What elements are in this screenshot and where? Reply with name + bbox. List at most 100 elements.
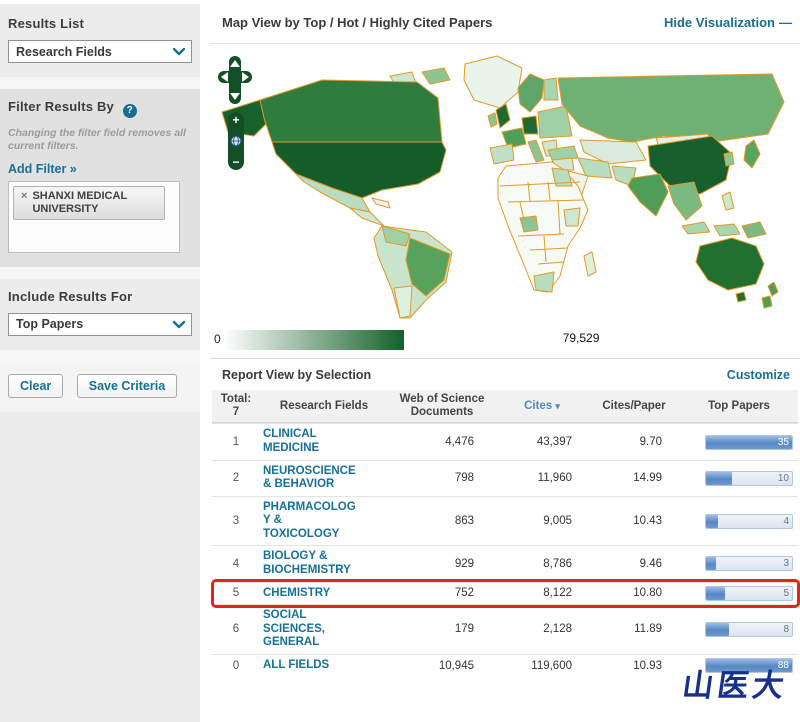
top-papers-bar-value: 3	[783, 558, 789, 570]
filter-tag-label: SHANXI MEDICAL UNIVERSITY	[32, 189, 127, 215]
pan-up-icon[interactable]	[230, 60, 240, 67]
table-header-row: Total: 7 Research Fields Web of Science …	[212, 390, 798, 424]
pan-down-icon[interactable]	[230, 93, 240, 100]
top-papers-bar-value: 5	[783, 587, 789, 599]
top-papers-bar-fill	[706, 471, 732, 485]
save-criteria-button[interactable]: Save Criteria	[76, 373, 178, 398]
row-field-cell: PHARMACOLOG Y & TOXICOLOGY	[260, 497, 388, 546]
report-view-title: Report View by Selection	[222, 368, 372, 382]
top-papers-bar[interactable]: 4	[705, 513, 793, 529]
hide-visualization-label: Hide Visualization	[663, 15, 775, 30]
row-top-papers-cell: 4	[680, 513, 798, 529]
filter-tag-list: × SHANXI MEDICAL UNIVERSITY	[8, 180, 180, 253]
legend-max-value: 79,529	[562, 331, 600, 345]
table-row: 3 PHARMACOLOG Y & TOXICOLOGY 863 9,005 1…	[212, 495, 798, 546]
map-header: Map View by Top / Hot / Highly Cited Pap…	[210, 0, 800, 44]
help-icon[interactable]: ?	[122, 103, 137, 118]
chevron-down-icon	[172, 47, 186, 56]
row-field-link[interactable]: PHARMACOLOG Y & TOXICOLOGY	[263, 497, 356, 546]
filter-results-section: Filter Results By ? Changing the filter …	[0, 89, 200, 267]
top-papers-bar[interactable]: 5	[705, 585, 793, 601]
row-field-link[interactable]: ALL FIELDS	[263, 655, 329, 677]
total-label: Total:	[220, 393, 252, 405]
column-header-top-papers[interactable]: Top Papers	[680, 397, 798, 416]
add-filter-link[interactable]: Add Filter »	[8, 162, 77, 176]
map-pan-control[interactable]	[218, 56, 252, 104]
results-list-section: Results List Research Fields	[0, 4, 200, 77]
total-value: 7	[232, 406, 240, 419]
row-field-link[interactable]: CHEMISTRY	[263, 583, 330, 605]
results-list-dropdown[interactable]: Research Fields	[8, 40, 192, 63]
esi-application: Results List Research Fields Filter Resu…	[0, 0, 800, 722]
world-map-area: + −	[210, 46, 800, 328]
remove-filter-icon[interactable]: ×	[21, 190, 27, 203]
map-view-title: Map View by Top / Hot / Highly Cited Pap…	[222, 15, 493, 30]
row-rank: 4	[232, 557, 240, 570]
include-results-section: Include Results For Top Papers	[0, 278, 200, 350]
row-top-papers-cell: 35	[680, 434, 798, 450]
table-body: 1 CLINICAL MEDICINE 4,476 43,397 9.70 35…	[211, 423, 800, 677]
results-table: Total: 7 Research Fields Web of Science …	[211, 390, 800, 677]
watermark: 山医大	[679, 668, 791, 704]
table-row: 1 CLINICAL MEDICINE 4,476 43,397 9.70 35	[212, 423, 798, 459]
row-rank: 2	[232, 472, 240, 485]
cites-header-label: Cites	[524, 399, 553, 412]
sidebar-divider	[0, 266, 200, 279]
row-top-papers-cell: 8	[680, 621, 798, 637]
row-rank: 0	[232, 659, 240, 672]
row-cites-per-paper: 9.70	[639, 436, 662, 448]
map-zoom-control[interactable]: + −	[228, 112, 244, 170]
row-rank: 3	[232, 515, 240, 528]
row-field-cell: ALL FIELDS	[260, 655, 388, 677]
include-results-dropdown-value: Top Papers	[16, 317, 84, 332]
results-list-heading: Results List	[8, 16, 85, 31]
row-field-cell: CLINICAL MEDICINE	[260, 424, 388, 459]
sort-descending-icon: ▾	[555, 400, 560, 411]
zoom-in-button[interactable]: +	[232, 114, 239, 126]
include-results-dropdown[interactable]: Top Papers	[8, 312, 192, 336]
top-papers-bar-value: 35	[777, 436, 789, 448]
top-papers-bar[interactable]: 35	[705, 434, 793, 450]
row-cites: 8,786	[543, 557, 572, 570]
collapse-icon: —	[779, 15, 792, 30]
results-list-dropdown-value: Research Fields	[16, 44, 112, 59]
pan-right-icon[interactable]	[242, 72, 249, 82]
filter-tag[interactable]: × SHANXI MEDICAL UNIVERSITY	[13, 185, 165, 221]
row-cites-per-paper: 14.99	[633, 472, 662, 485]
table-row: 4 BIOLOGY & BIOCHEMISTRY 929 8,786 9.46 …	[212, 545, 798, 581]
row-wos-documents: 929	[454, 557, 474, 570]
sidebar-divider	[0, 349, 200, 362]
top-papers-bar-fill	[706, 557, 717, 571]
pan-left-icon[interactable]	[221, 72, 228, 82]
row-cites-per-paper: 10.93	[633, 659, 662, 672]
row-cites-per-paper: 10.80	[633, 587, 662, 600]
row-cites: 119,600	[531, 659, 572, 672]
choropleth-world-map[interactable]	[212, 50, 794, 322]
sidebar-filler	[0, 411, 200, 722]
row-rank: 1	[232, 436, 240, 448]
clear-button[interactable]: Clear	[8, 373, 64, 398]
row-field-link[interactable]: NEUROSCIENCE & BEHAVIOR	[263, 461, 356, 496]
row-field-link[interactable]: CLINICAL MEDICINE	[263, 424, 319, 459]
zoom-out-button[interactable]: −	[232, 156, 239, 168]
column-header-wos-documents[interactable]: Web of Science Documents	[388, 390, 496, 422]
top-papers-bar[interactable]: 3	[705, 556, 793, 572]
column-header-research-fields[interactable]: Research Fields	[260, 397, 388, 416]
row-field-link[interactable]: BIOLOGY & BIOCHEMISTRY	[263, 546, 351, 581]
row-field-cell: CHEMISTRY	[260, 583, 388, 605]
top-papers-bar-fill	[706, 514, 719, 528]
top-papers-bar[interactable]: 10	[705, 470, 793, 486]
column-header-cites-per-paper[interactable]: Cites/Paper	[588, 397, 680, 416]
filter-note: Changing the filter field removes all cu…	[8, 126, 186, 152]
column-header-cites[interactable]: Cites ▾	[496, 397, 588, 416]
row-top-papers-cell: 10	[680, 470, 798, 486]
row-field-link[interactable]: SOCIAL SCIENCES, GENERAL	[263, 605, 325, 654]
row-field-cell: SOCIAL SCIENCES, GENERAL	[260, 605, 388, 654]
main-content: Map View by Top / Hot / Highly Cited Pap…	[210, 0, 800, 722]
row-cites: 2,128	[543, 623, 572, 636]
customize-link[interactable]: Customize	[727, 368, 790, 382]
top-papers-bar[interactable]: 8	[705, 621, 793, 637]
hide-visualization-link[interactable]: Hide Visualization —	[664, 15, 792, 30]
row-rank: 5	[232, 587, 240, 600]
row-wos-documents: 863	[454, 515, 474, 528]
